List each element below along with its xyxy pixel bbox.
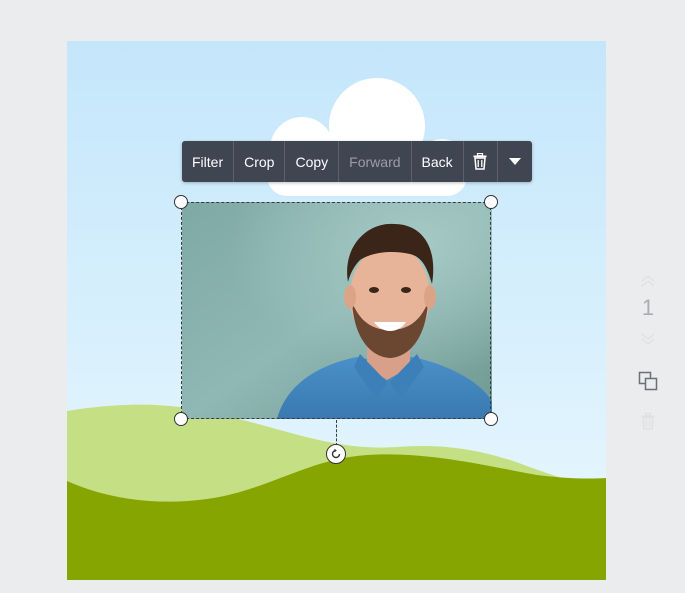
resize-handle-top-right[interactable] xyxy=(484,195,498,209)
move-page-down-button[interactable] xyxy=(636,330,660,348)
trash-icon xyxy=(473,153,487,170)
duplicate-page-button[interactable] xyxy=(636,370,660,392)
element-toolbar: Filter Crop Copy Forward Back xyxy=(182,141,532,182)
resize-handle-top-left[interactable] xyxy=(174,195,188,209)
page-number: 1 xyxy=(636,294,660,322)
forward-button[interactable]: Forward xyxy=(339,141,412,182)
resize-handle-bottom-left[interactable] xyxy=(174,412,188,426)
page-number-text: 1 xyxy=(641,295,655,320)
rotate-stem xyxy=(336,420,337,446)
rotate-handle[interactable] xyxy=(326,444,346,464)
move-page-up-button[interactable] xyxy=(636,272,660,290)
filter-button[interactable]: Filter xyxy=(182,141,235,182)
back-button[interactable]: Back xyxy=(412,141,464,182)
rotate-icon xyxy=(331,448,341,459)
design-canvas[interactable] xyxy=(67,41,606,580)
portrait-photo[interactable] xyxy=(182,202,492,419)
resize-handle-bottom-right[interactable] xyxy=(484,412,498,426)
delete-page-button[interactable] xyxy=(636,410,660,432)
delete-button[interactable] xyxy=(464,141,499,182)
caret-down-icon xyxy=(509,157,522,165)
duplicate-icon xyxy=(638,371,658,391)
chevron-up-icon xyxy=(641,275,655,287)
copy-button[interactable]: Copy xyxy=(285,141,340,182)
portrait-image xyxy=(182,202,492,419)
crop-button[interactable]: Crop xyxy=(234,141,286,182)
more-options-button[interactable] xyxy=(498,141,532,182)
trash-icon xyxy=(641,412,655,430)
chevron-down-icon xyxy=(641,333,655,345)
